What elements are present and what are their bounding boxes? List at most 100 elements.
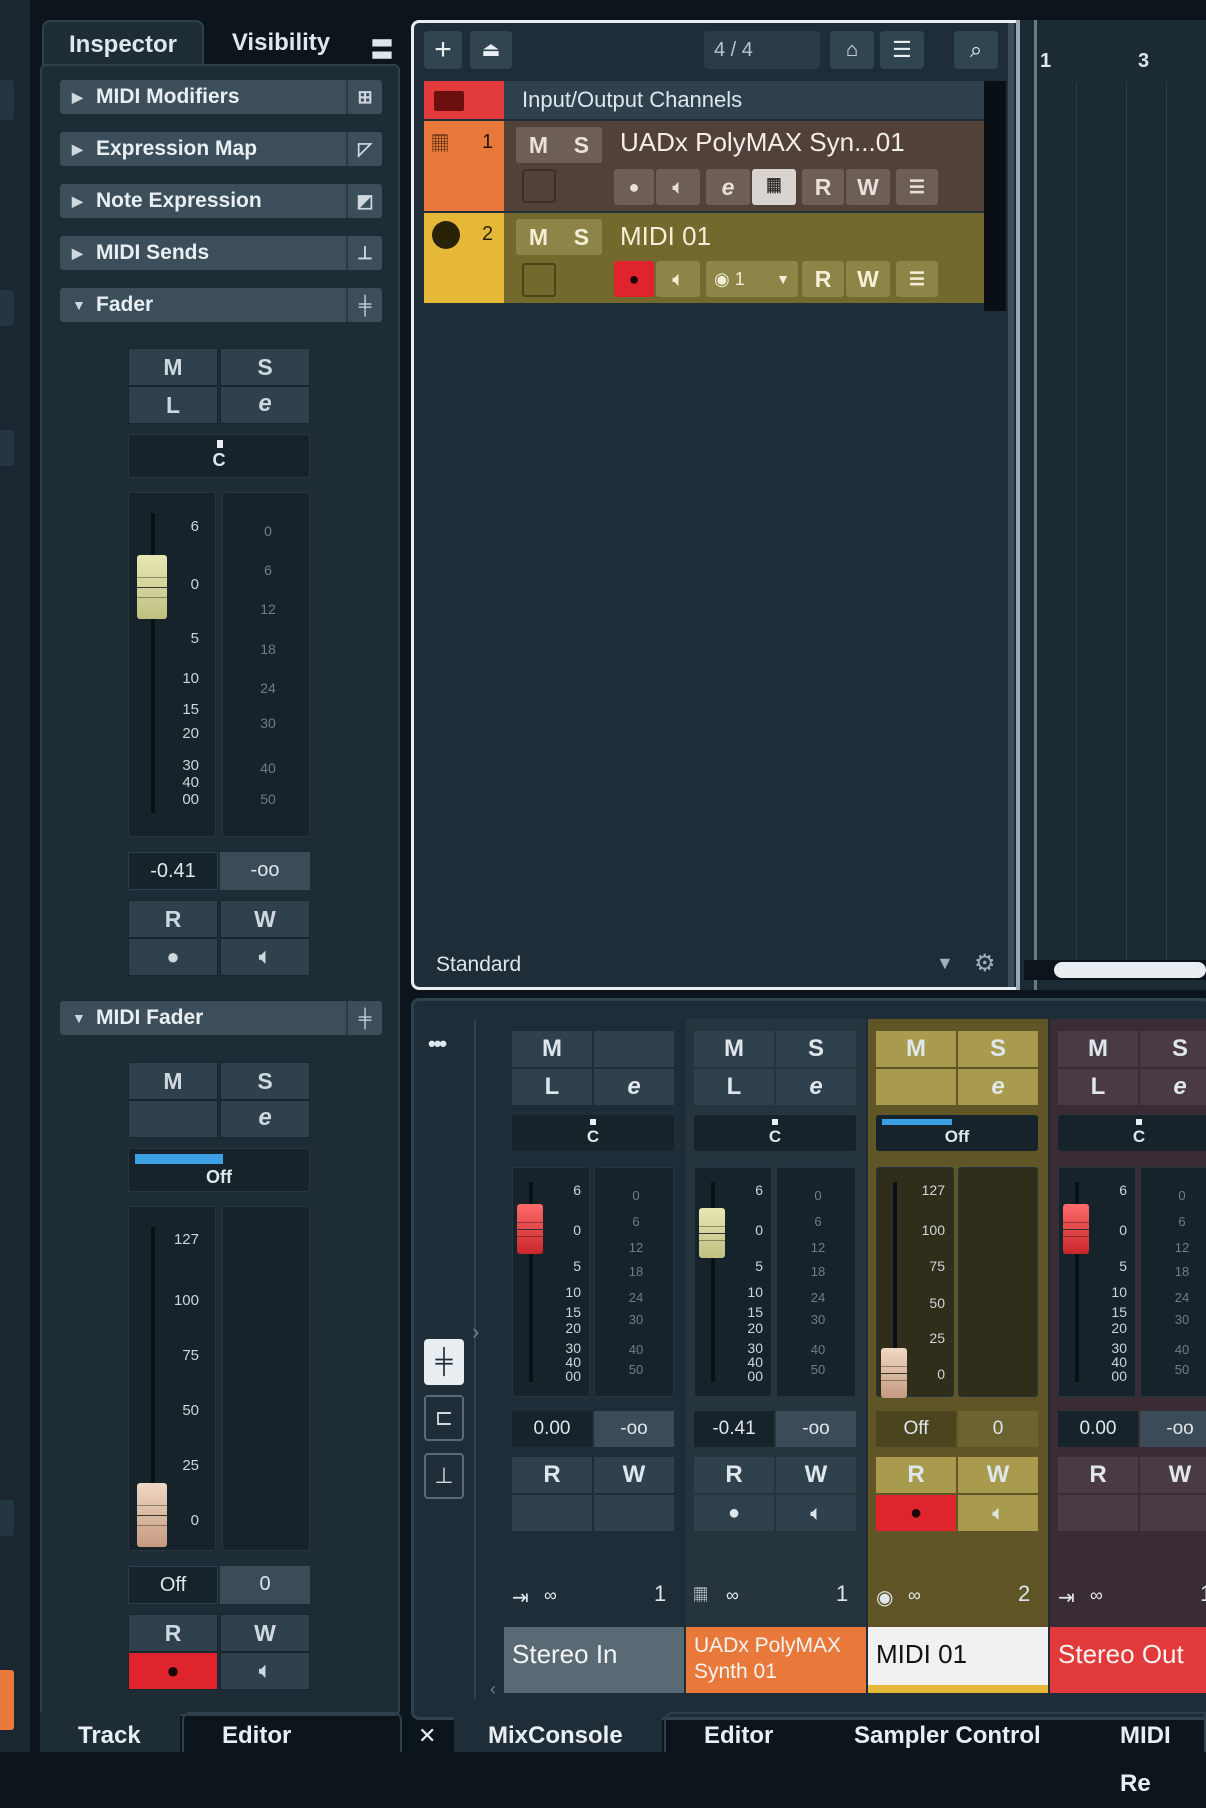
link-icon[interactable]: ∞: [726, 1585, 739, 1606]
read-button[interactable]: R: [802, 261, 844, 297]
chevron-left-icon[interactable]: ‹: [490, 1679, 496, 1700]
tab-visibility[interactable]: Visibility: [206, 20, 356, 66]
listen-button[interactable]: L: [694, 1069, 774, 1105]
listen-button[interactable]: L: [1058, 1069, 1138, 1105]
volume-fader[interactable]: 127 100 75 50 25 0: [876, 1167, 954, 1398]
scroll-thumb[interactable]: [1054, 962, 1206, 978]
peak-value[interactable]: -oo: [1140, 1411, 1206, 1447]
monitor-icon[interactable]: 🔈︎: [220, 1652, 310, 1690]
read-button[interactable]: R: [802, 169, 844, 205]
volume-fader[interactable]: 6 0 5 10 15 20 30 40 00: [512, 1167, 590, 1397]
section-midi-fader[interactable]: ▼ MIDI Fader ╪: [60, 1001, 382, 1035]
tab-editor[interactable]: Editor: [222, 1712, 291, 1752]
midi-pan-control[interactable]: Off: [128, 1148, 310, 1192]
peak-value[interactable]: -oo: [594, 1411, 674, 1447]
write-button[interactable]: W: [776, 1457, 856, 1493]
edit-instrument-icon[interactable]: e: [706, 169, 750, 205]
peak-value[interactable]: 0: [958, 1411, 1038, 1447]
track-color-box[interactable]: [522, 169, 556, 203]
time-signature[interactable]: 4 / 4: [704, 31, 820, 69]
home-icon[interactable]: ⌂: [830, 31, 874, 69]
read-button[interactable]: R: [694, 1457, 774, 1493]
midi-channel-select[interactable]: ◉ 1 ▼: [706, 261, 798, 297]
edit-channel-button[interactable]: e: [958, 1069, 1038, 1105]
tab-inspector[interactable]: Inspector: [42, 20, 204, 66]
volume-fader[interactable]: 6 0 5 10 15 20 30 40 00: [694, 1167, 772, 1397]
search-icon[interactable]: ⌕: [954, 31, 998, 69]
list-icon[interactable]: ☰: [880, 31, 924, 69]
volume-value[interactable]: 0.00: [512, 1411, 592, 1447]
track-row[interactable]: 2 MS MIDI 01 ● 🔈︎ ◉ 1 ▼ R W ☰: [424, 213, 984, 303]
lanes-icon[interactable]: ☰: [896, 261, 938, 297]
mute-button[interactable]: M: [128, 1062, 218, 1100]
peak-value[interactable]: -oo: [776, 1411, 856, 1447]
lanes-icon[interactable]: ☰: [896, 169, 938, 205]
arrange-area[interactable]: 1 3: [1016, 20, 1206, 990]
mute-button[interactable]: M: [1058, 1031, 1138, 1067]
project-cursor[interactable]: [1016, 20, 1020, 990]
faders-view-icon[interactable]: ╪: [424, 1339, 464, 1385]
midi-modifiers-icon[interactable]: ⊞: [346, 80, 382, 114]
mute-label[interactable]: M: [529, 219, 548, 255]
tab-track[interactable]: Track: [78, 1712, 141, 1752]
mute-button[interactable]: M: [128, 348, 218, 386]
fader-handle[interactable]: [517, 1204, 543, 1254]
write-button[interactable]: W: [846, 261, 890, 297]
fader-handle[interactable]: [699, 1208, 725, 1258]
write-button[interactable]: W: [220, 1614, 310, 1652]
section-midi-sends[interactable]: ▶ MIDI Sends ⊥: [60, 236, 382, 270]
track-row[interactable]: 𝄜 1 M MS UADx PolyMAX Syn...01 ● 🔈︎ e 𝄜 …: [424, 121, 984, 211]
routing-view-icon[interactable]: ⊏: [424, 1395, 464, 1441]
edit-channel-button[interactable]: e: [776, 1069, 856, 1105]
listen-button[interactable]: L: [512, 1069, 592, 1105]
chevron-right-icon[interactable]: ›: [472, 1319, 479, 1345]
fader-icon[interactable]: ╪: [346, 288, 382, 322]
section-expression-map[interactable]: ▶ Expression Map ◸: [60, 132, 382, 166]
monitor-icon[interactable]: 🔈︎: [958, 1495, 1038, 1531]
listen-button[interactable]: L: [128, 386, 218, 424]
midi-peak-value[interactable]: 0: [220, 1566, 310, 1604]
horizontal-scrollbar[interactable]: [1024, 960, 1206, 980]
track-name[interactable]: UADx PolyMAX Syn...01: [620, 127, 905, 158]
mute-label[interactable]: M: [529, 127, 548, 163]
monitor-icon[interactable]: 🔈︎: [776, 1495, 856, 1531]
channel-name[interactable]: Stereo Out: [1050, 1627, 1206, 1693]
midi-sends-icon[interactable]: ⊥: [346, 236, 382, 270]
read-button[interactable]: R: [512, 1457, 592, 1493]
divider[interactable]: [1008, 23, 1014, 987]
record-enable-icon[interactable]: ●: [128, 1652, 218, 1690]
solo-button[interactable]: S: [776, 1031, 856, 1067]
monitor-icon[interactable]: 🔈︎: [656, 261, 700, 297]
volume-value[interactable]: -0.41: [694, 1411, 774, 1447]
more-options-icon[interactable]: •••: [428, 1031, 447, 1057]
read-button[interactable]: R: [128, 1614, 218, 1652]
midi-volume-value[interactable]: Off: [128, 1566, 218, 1604]
midi-volume-fader[interactable]: 127 100 75 50 25 0: [128, 1206, 216, 1551]
listen-button[interactable]: [876, 1069, 956, 1105]
pan-control[interactable]: C: [1058, 1115, 1206, 1151]
fader-icon[interactable]: ╪: [346, 1001, 382, 1035]
tab-sampler-control[interactable]: Sampler Control: [854, 1712, 1041, 1752]
edit-channel-button[interactable]: e: [1140, 1069, 1206, 1105]
link-icon[interactable]: ∞: [544, 1585, 557, 1606]
monitor-icon[interactable]: 🔈︎: [220, 938, 310, 976]
fader-handle[interactable]: [137, 1483, 167, 1547]
close-icon[interactable]: ✕: [418, 1712, 436, 1752]
solo-label[interactable]: S: [574, 219, 589, 255]
record-enable-icon[interactable]: ●: [876, 1495, 956, 1531]
pan-control[interactable]: C: [128, 434, 310, 478]
edit-channel-button[interactable]: e: [594, 1069, 674, 1105]
solo-button[interactable]: S: [1140, 1031, 1206, 1067]
fader-handle[interactable]: [137, 555, 167, 619]
mute-button[interactable]: M: [694, 1031, 774, 1067]
link-icon[interactable]: ∞: [1090, 1585, 1103, 1606]
volume-value[interactable]: Off: [876, 1411, 956, 1447]
volume-value[interactable]: 0.00: [1058, 1411, 1138, 1447]
tab-editor-lower[interactable]: Editor: [704, 1712, 773, 1752]
add-folder-icon[interactable]: ⏏: [470, 31, 512, 69]
expression-map-icon[interactable]: ◸: [346, 132, 382, 166]
note-expression-icon[interactable]: ◩: [346, 184, 382, 218]
pan-control[interactable]: C: [512, 1115, 674, 1151]
link-icon[interactable]: ∞: [908, 1585, 921, 1606]
fader-handle[interactable]: [1063, 1204, 1089, 1254]
